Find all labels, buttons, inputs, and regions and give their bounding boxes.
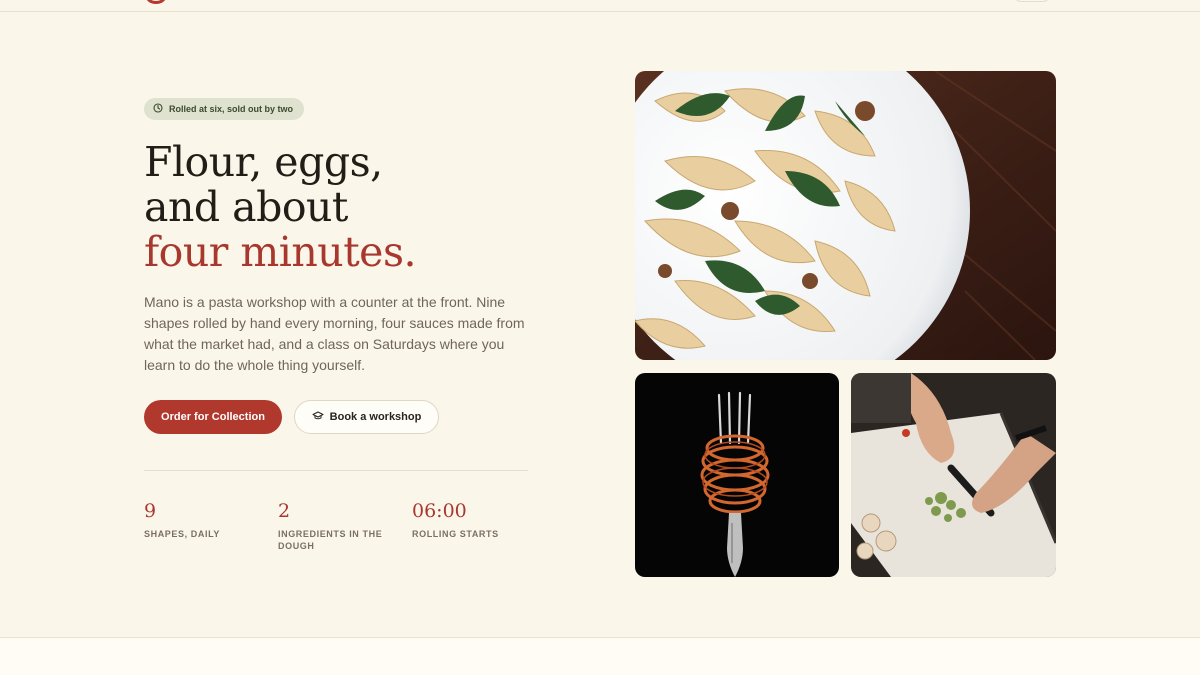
stat-value: 9	[144, 500, 157, 522]
stat-value: 2	[278, 500, 291, 522]
stats-divider	[144, 470, 528, 471]
spaghetti-fork-photo	[635, 373, 839, 577]
hours-badge-text: Rolled at six, sold out by two	[169, 104, 294, 114]
headline-line-1: Flour, eggs,	[144, 138, 383, 186]
stat-ingredients: 2 INGREDIENTS IN THE DOUGH	[278, 500, 398, 552]
hero-intro: Mano is a pasta workshop with a counter …	[144, 294, 525, 373]
logo-mark[interactable]	[146, 0, 166, 4]
graduation-cap-icon	[312, 410, 324, 425]
stat-label: SHAPES, DAILY	[144, 529, 220, 539]
stat-shapes: 9 SHAPES, DAILY	[144, 500, 264, 540]
chopping-herbs-photo	[851, 373, 1056, 577]
headline-line-2: and about	[144, 183, 348, 231]
pasta-plate-photo	[635, 71, 1056, 360]
nav-menu-button[interactable]	[1014, 0, 1050, 2]
headline-line-3: four minutes.	[144, 228, 417, 276]
stat-rolling-starts: 06:00 ROLLING STARTS	[412, 500, 532, 540]
stat-value: 06:00	[412, 500, 467, 522]
book-workshop-button[interactable]: Book a workshop	[294, 400, 439, 434]
clock-icon	[153, 103, 163, 115]
next-section-band	[0, 637, 1200, 675]
stat-label: INGREDIENTS IN THE DOUGH	[278, 529, 383, 551]
order-for-collection-button[interactable]: Order for Collection	[144, 400, 282, 434]
top-nav-bar	[0, 0, 1200, 12]
hours-badge: Rolled at six, sold out by two	[144, 98, 305, 120]
stat-label: ROLLING STARTS	[412, 529, 499, 539]
hero-headline: Flour, eggs, and about four minutes.	[144, 140, 584, 275]
book-workshop-label: Book a workshop	[329, 411, 422, 423]
